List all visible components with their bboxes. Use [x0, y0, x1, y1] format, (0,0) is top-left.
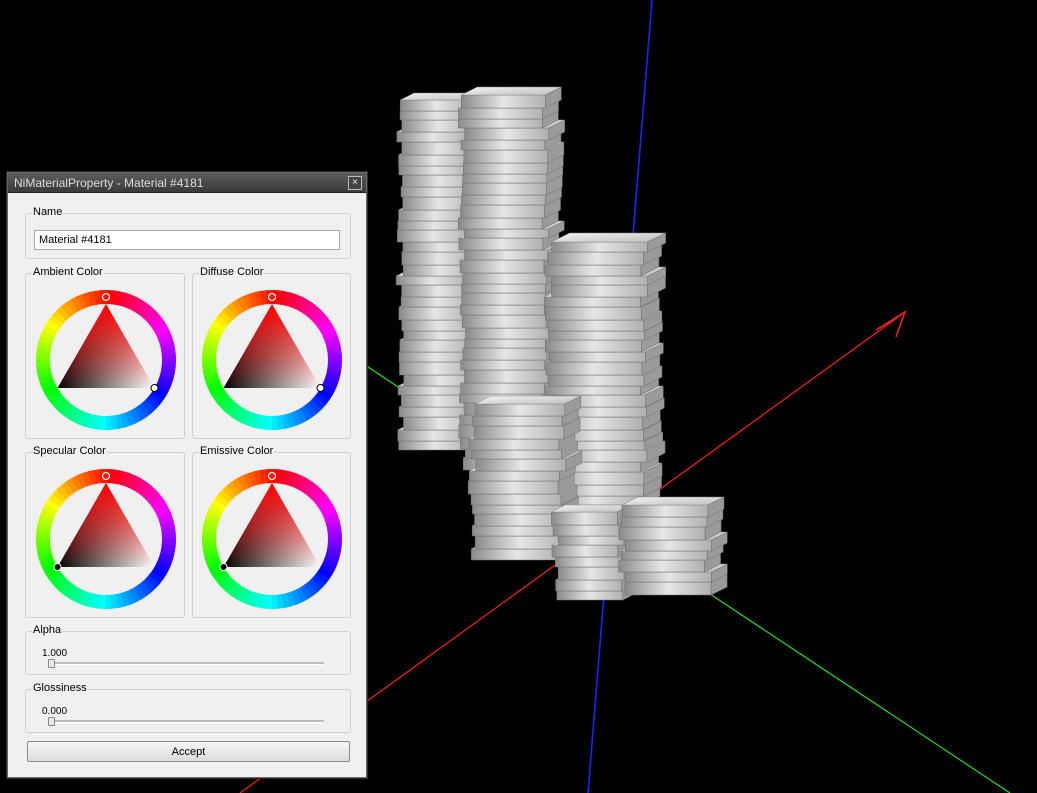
name-label: Name: [32, 206, 64, 219]
diffuse-color-label: Diffuse Color: [199, 266, 265, 279]
ambient-color-label: Ambient Color: [32, 266, 104, 279]
saturation-value-triangle[interactable]: [223, 304, 321, 388]
name-group: Name: [25, 206, 351, 259]
material-property-dialog: NiMaterialProperty - Material #4181 × Na…: [7, 172, 367, 778]
accept-button[interactable]: Accept: [27, 741, 350, 762]
book-stack-model: [395, 86, 728, 601]
alpha-label: Alpha: [32, 624, 63, 637]
color-selection-marker[interactable]: [219, 563, 228, 571]
alpha-slider-track[interactable]: [48, 662, 324, 665]
specular-color-label: Specular Color: [32, 445, 107, 458]
emissive-color-group: Emissive Color: [192, 445, 351, 618]
dialog-titlebar[interactable]: NiMaterialProperty - Material #4181 ×: [8, 173, 366, 193]
specular-color-group: Specular Color: [25, 445, 185, 618]
diffuse-color-wheel[interactable]: [200, 288, 344, 432]
alpha-group: Alpha 1.000: [25, 624, 351, 675]
alpha-slider-handle[interactable]: [48, 659, 55, 668]
color-selection-marker[interactable]: [53, 563, 62, 571]
close-button[interactable]: ×: [348, 176, 362, 190]
emissive-color-wheel[interactable]: [200, 467, 344, 611]
saturation-value-triangle[interactable]: [57, 483, 155, 567]
name-input[interactable]: [34, 230, 340, 250]
color-selection-marker[interactable]: [150, 384, 159, 392]
color-selection-marker[interactable]: [316, 384, 325, 392]
ambient-color-group: Ambient Color: [25, 266, 185, 439]
glossiness-label: Glossiness: [32, 682, 88, 695]
saturation-value-triangle[interactable]: [57, 304, 155, 388]
alpha-value: 1.000: [42, 648, 68, 659]
glossiness-slider-track[interactable]: [48, 720, 324, 723]
emissive-color-label: Emissive Color: [199, 445, 275, 458]
glossiness-value: 0.000: [42, 706, 68, 717]
saturation-value-triangle[interactable]: [223, 483, 321, 567]
glossiness-group: Glossiness 0.000: [25, 682, 351, 733]
ambient-color-wheel[interactable]: [34, 288, 178, 432]
specular-color-wheel[interactable]: [34, 467, 178, 611]
diffuse-color-group: Diffuse Color: [192, 266, 351, 439]
glossiness-slider-handle[interactable]: [48, 717, 55, 726]
dialog-title: NiMaterialProperty - Material #4181: [14, 176, 204, 190]
